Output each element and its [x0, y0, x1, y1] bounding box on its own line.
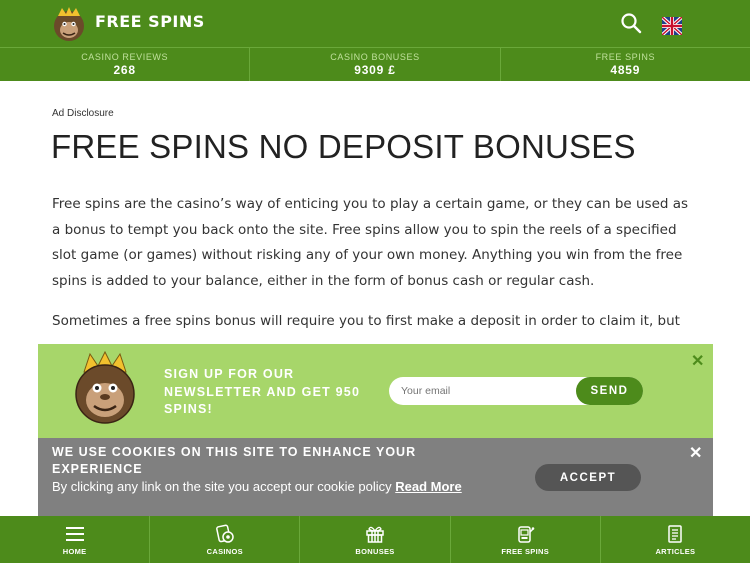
nav-label: CASINOS [206, 547, 243, 556]
nav-label: FREE SPINS [501, 547, 549, 556]
nav-label: HOME [62, 547, 87, 556]
nav-item-articles[interactable]: ARTICLES [601, 516, 750, 563]
send-button[interactable]: SEND [576, 377, 643, 405]
bottom-nav: HOME CASINOS BONUSES FREE SPINS ARTICLES [0, 516, 750, 563]
stats-bar: CASINO REVIEWS 268 CASINO BONUSES 9309 £… [0, 47, 750, 81]
newsletter-form: SEND [389, 377, 643, 405]
read-more-link[interactable]: Read More [395, 479, 461, 494]
nav-label: ARTICLES [655, 547, 696, 556]
uk-flag-icon[interactable] [662, 17, 682, 35]
stat-value: 268 [113, 63, 136, 77]
cookie-text: By clicking any link on the site you acc… [52, 478, 492, 495]
stat-casino-reviews[interactable]: CASINO REVIEWS 268 [0, 48, 251, 81]
slot-machine-icon [518, 526, 535, 543]
stat-label: CASINO REVIEWS [81, 52, 169, 62]
site-header: FREE SPINS [0, 0, 750, 47]
article-icon [668, 525, 683, 543]
nav-label: BONUSES [355, 547, 395, 556]
nav-item-bonuses[interactable]: BONUSES [300, 516, 451, 563]
stat-free-spins[interactable]: FREE SPINS 4859 [501, 48, 750, 81]
cookie-title: WE USE COOKIES ON THIS SITE TO ENHANCE Y… [52, 445, 417, 476]
gorilla-mascot-icon [75, 350, 135, 424]
email-input[interactable] [401, 382, 571, 400]
second-paragraph: Sometimes a free spins bonus will requir… [52, 313, 680, 329]
page-title: FREE SPINS NO DEPOSIT BONUSES [51, 128, 636, 165]
nav-item-free-spins[interactable]: FREE SPINS [451, 516, 601, 563]
ad-disclosure-link[interactable]: Ad Disclosure [52, 108, 114, 119]
menu-icon [65, 527, 84, 541]
nav-item-home[interactable]: HOME [0, 516, 151, 563]
cookie-close-icon[interactable]: ✕ [689, 443, 702, 463]
cookie-banner: WE USE COOKIES ON THIS SITE TO ENHANCE Y… [38, 438, 713, 516]
stat-label: FREE SPINS [595, 52, 656, 62]
newsletter-close-icon[interactable]: ✕ [691, 351, 704, 371]
search-icon[interactable] [620, 12, 642, 34]
brand-name[interactable]: FREE SPINS [95, 12, 205, 31]
gorilla-king-logo-icon[interactable] [52, 6, 86, 42]
accept-button[interactable]: ACCEPT [535, 464, 641, 491]
intro-paragraph: Free spins are the casino’s way of entic… [52, 196, 689, 289]
stat-value: 4859 [610, 63, 641, 77]
newsletter-text: SIGN UP FOR OUR NEWSLETTER AND GET 950 S… [164, 367, 361, 416]
gift-icon [366, 526, 384, 543]
casino-chip-icon [215, 524, 234, 543]
newsletter-banner: SIGN UP FOR OUR NEWSLETTER AND GET 950 S… [38, 344, 713, 438]
stat-value: 9309 £ [354, 63, 396, 77]
cookie-body: By clicking any link on the site you acc… [52, 479, 392, 494]
stat-label: CASINO BONUSES [330, 52, 420, 62]
nav-item-casinos[interactable]: CASINOS [150, 516, 301, 563]
stat-casino-bonuses[interactable]: CASINO BONUSES 9309 £ [250, 48, 501, 81]
